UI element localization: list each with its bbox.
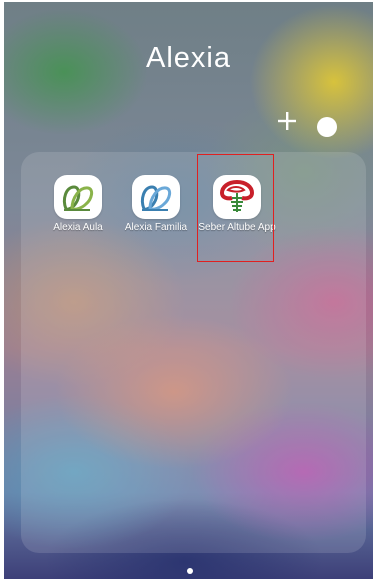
folder-title[interactable]: Alexia (4, 42, 373, 75)
plus-icon (278, 112, 296, 130)
highlight-box (197, 154, 274, 262)
page-indicator (187, 568, 193, 574)
add-apps-button[interactable] (274, 108, 300, 134)
alexia-familia-icon (132, 175, 180, 219)
app-alexia-familia[interactable]: Alexia Familia (116, 175, 196, 233)
app-alexia-aula[interactable]: Alexia Aula (38, 175, 118, 233)
alexia-aula-icon (54, 175, 102, 219)
app-label: Alexia Aula (53, 222, 103, 233)
folder-panel: Alexia Aula Alexia Familia Seber Altube … (21, 152, 366, 553)
home-screen: Alexia Alexia Aula Alexia Familia Seber … (4, 2, 373, 579)
folder-color-button[interactable] (317, 117, 337, 137)
app-label: Alexia Familia (124, 222, 188, 233)
